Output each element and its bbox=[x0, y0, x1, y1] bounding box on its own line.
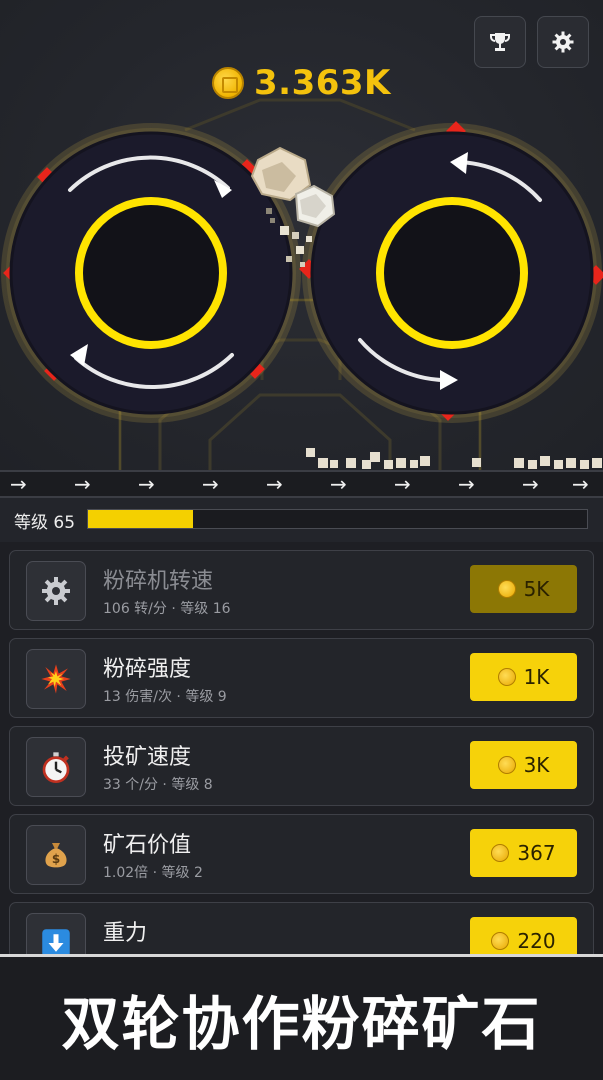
conveyor-arrow-icon: → bbox=[394, 472, 411, 496]
trophy-icon bbox=[490, 33, 510, 51]
money-bag-icon: $ bbox=[45, 843, 67, 868]
right-crusher-wheel[interactable] bbox=[299, 121, 603, 423]
explosion-icon bbox=[41, 664, 71, 694]
conveyor-arrow-icon: → bbox=[202, 472, 219, 496]
level-label: 等级 65 bbox=[14, 512, 76, 533]
upgrade-buy-button[interactable]: 367 bbox=[470, 829, 577, 877]
upgrade-stats: 106 转/分 · 等级 16 bbox=[103, 601, 231, 617]
conveyor-arrow-icon: → bbox=[266, 472, 283, 496]
upgrade-price: 367 bbox=[517, 841, 556, 865]
upgrade-title: 粉碎强度 bbox=[103, 657, 192, 682]
conveyor-arrow-icon: → bbox=[74, 472, 91, 496]
settings-button[interactable] bbox=[537, 16, 589, 68]
coin-icon bbox=[491, 932, 510, 950]
level-progress-bar bbox=[87, 509, 588, 529]
stopwatch-icon bbox=[42, 752, 70, 783]
coin-balance-value: 3.363K bbox=[254, 63, 391, 103]
conveyor-arrow-icon: → bbox=[330, 472, 347, 496]
conveyor-arrow-icon: → bbox=[572, 472, 589, 496]
upgrade-price: 220 bbox=[517, 929, 556, 953]
svg-text:$: $ bbox=[52, 852, 60, 866]
upgrade-list[interactable]: 粉碎机转速 106 转/分 · 等级 16 5K 粉碎强度 13 伤害/次 · … bbox=[0, 542, 603, 954]
game-scene: 3.363K bbox=[0, 0, 603, 470]
upgrade-card-gravity: 重力 220 bbox=[9, 902, 594, 954]
promo-banner: 双轮协作粉碎矿石 bbox=[0, 954, 603, 1080]
upgrade-icon-box bbox=[26, 913, 86, 954]
promo-banner-text: 双轮协作粉碎矿石 bbox=[61, 989, 542, 1058]
upgrade-icon-box: $ bbox=[26, 825, 86, 885]
upgrade-price: 3K bbox=[523, 753, 550, 777]
upgrade-icon-box bbox=[26, 561, 86, 621]
coin-icon bbox=[212, 67, 244, 99]
coin-icon bbox=[497, 580, 516, 598]
conveyor-belt: → → → → → → → → → → bbox=[0, 470, 603, 498]
conveyor-arrow-icon: → bbox=[522, 472, 539, 496]
gear-icon bbox=[552, 31, 574, 53]
upgrade-card-crusher-speed: 粉碎机转速 106 转/分 · 等级 16 5K bbox=[9, 550, 594, 630]
upgrade-title: 矿石价值 bbox=[103, 833, 192, 858]
upgrade-buy-button[interactable]: 3K bbox=[470, 741, 577, 789]
upgrade-card-ore-value: $ 矿石价值 1.02倍 · 等级 2 367 bbox=[9, 814, 594, 894]
coin-balance: 3.363K bbox=[212, 60, 391, 106]
level-progress: 等级 65 bbox=[0, 498, 603, 542]
conveyor-arrow-icon: → bbox=[138, 472, 155, 496]
upgrade-icon-box bbox=[26, 737, 86, 797]
upgrade-title: 粉碎机转速 bbox=[103, 569, 214, 594]
upgrade-price: 1K bbox=[523, 665, 550, 689]
level-progress-fill bbox=[88, 510, 193, 528]
upgrade-stats: 13 伤害/次 · 等级 9 bbox=[103, 689, 227, 705]
down-arrow-icon bbox=[42, 929, 70, 954]
upgrade-buy-button[interactable]: 1K bbox=[470, 653, 577, 701]
coin-icon bbox=[497, 668, 516, 686]
upgrade-title: 重力 bbox=[103, 921, 148, 946]
trophy-button[interactable] bbox=[474, 16, 526, 68]
upgrade-stats: 33 个/分 · 等级 8 bbox=[103, 777, 213, 793]
upgrade-buy-button[interactable]: 220 bbox=[470, 917, 577, 954]
upgrade-buy-button[interactable]: 5K bbox=[470, 565, 577, 613]
coin-icon bbox=[491, 844, 510, 862]
upgrade-title: 投矿速度 bbox=[103, 745, 192, 770]
coin-icon bbox=[497, 756, 516, 774]
ore-fragments bbox=[306, 448, 602, 469]
upgrade-icon-box bbox=[26, 649, 86, 709]
gear-icon bbox=[42, 577, 70, 605]
upgrade-card-crush-power: 粉碎强度 13 伤害/次 · 等级 9 1K bbox=[9, 638, 594, 718]
conveyor-arrow-icon: → bbox=[458, 472, 475, 496]
upgrade-card-drop-speed: 投矿速度 33 个/分 · 等级 8 3K bbox=[9, 726, 594, 806]
conveyor-arrow-icon: → bbox=[10, 472, 27, 496]
upgrade-stats: 1.02倍 · 等级 2 bbox=[103, 865, 203, 881]
upgrade-price: 5K bbox=[523, 577, 550, 601]
